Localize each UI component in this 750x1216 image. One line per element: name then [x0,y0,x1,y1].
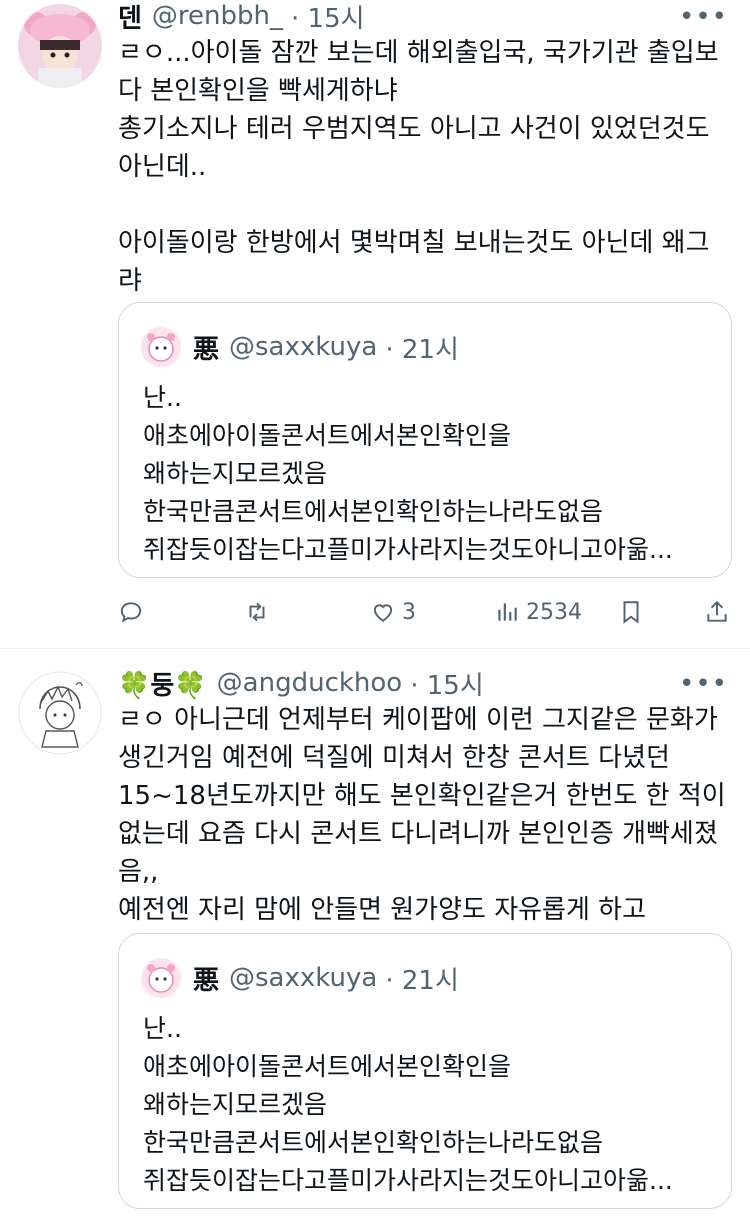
tweet-header: 🍀둥🍀 @angduckhoo · 15시 [118,663,484,703]
author-name[interactable]: 덴 [118,0,142,35]
views-button[interactable]: 2534 [494,592,582,632]
tweet-text: ㄹㅇ...아이돌 잠깐 보는데 해외출입국, 국가기관 출입보 다 본인확인을 … [118,38,719,296]
author-handle[interactable]: @renbbh_ [152,1,283,31]
tweet[interactable]: 덴 @renbbh_ · 15시 ••• ㄹㅇ...아이돌 잠깐 보는데 해외출… [0,0,750,648]
quoted-author-handle: @saxxkuya [229,963,378,993]
reply-button[interactable] [118,592,144,632]
share-icon [707,600,727,622]
more-options-icon[interactable]: ••• [679,2,728,32]
views-icon [498,603,517,621]
tweet-header: 덴 @renbbh_ · 15시 [118,0,365,36]
quoted-timestamp: · 21시 [385,334,459,365]
quoted-text: 난.. 애초에아이돌콘서트에서본인확인을 왜하는지모르겠음 한국만큼콘서트에서본… [143,383,673,564]
reply-icon [120,602,142,623]
quoted-text: 난.. 애초에아이돌콘서트에서본인확인을 왜하는지모르겠음 한국만큼콘서트에서본… [143,1014,673,1195]
timestamp[interactable]: · 15시 [410,665,484,702]
retweet-button[interactable] [244,592,270,632]
timestamp[interactable]: · 15시 [291,0,365,35]
more-options-icon[interactable]: ••• [679,669,728,699]
like-button[interactable]: 3 [370,592,416,632]
author-handle[interactable]: @angduckhoo [217,668,403,698]
quoted-tweet[interactable]: 悪 @saxxkuya · 21시 난.. 애초에아이돌콘서트에서본인확인을 왜… [118,933,732,1209]
like-count: 3 [402,599,416,625]
avatar[interactable] [18,671,102,755]
quoted-tweet[interactable]: 悪 @saxxkuya · 21시 난.. 애초에아이돌콘서트에서본인확인을 왜… [118,302,732,578]
action-bar: 3 2534 [118,592,730,632]
bookmark-icon [623,601,639,624]
author-name[interactable]: 🍀둥🍀 [118,665,207,702]
quoted-timestamp: · 21시 [385,965,459,996]
avatar[interactable] [18,4,102,88]
share-button[interactable] [704,592,730,632]
quoted-avatar [141,958,181,998]
quoted-author-handle: @saxxkuya [229,332,378,362]
quoted-avatar [141,327,181,367]
quoted-header: 悪 @saxxkuya · 21시 [141,325,459,369]
quoted-header: 悪 @saxxkuya · 21시 [141,956,459,1000]
heart-icon [373,604,393,622]
quoted-author-name: 悪 [193,965,220,996]
quoted-author-name: 悪 [193,334,220,365]
views-count: 2534 [526,599,582,625]
tweet-text: ㄹㅇ 아니근데 언제부터 케이팝에 이런 그지같은 문화가 생긴거임 예전에 덕… [118,705,726,925]
tweet[interactable]: 🍀둥🍀 @angduckhoo · 15시 ••• ㄹㅇ 아니근데 언제부터 케… [0,649,750,1216]
bookmark-button[interactable] [618,592,644,632]
retweet-icon [249,602,265,622]
